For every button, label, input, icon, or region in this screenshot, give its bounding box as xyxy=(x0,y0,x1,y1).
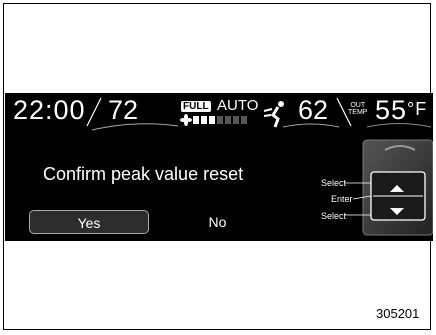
climate-mode-label: AUTO xyxy=(217,97,259,114)
figure-frame: 22:00 72 FULL AUTO 62 OUT TEMP 55°F Conf… xyxy=(3,3,433,330)
figure-id: 305201 xyxy=(376,306,420,321)
fan-speed-bar xyxy=(217,116,223,124)
up-arrow-icon[interactable] xyxy=(389,184,405,194)
confirm-prompt: Confirm peak value reset xyxy=(43,164,244,184)
fan-speed-bar xyxy=(241,116,247,124)
select-up-label: Select xyxy=(321,178,347,188)
display-screen: 22:00 72 FULL AUTO 62 OUT TEMP 55°F Conf… xyxy=(5,93,433,241)
fan-icon xyxy=(180,114,192,126)
outside-temp-label: OUT TEMP xyxy=(348,102,367,116)
fan-mode-badge: FULL xyxy=(181,101,211,112)
outside-temperature-unit: °F xyxy=(407,99,428,119)
fan-speed-bar xyxy=(233,116,239,124)
fan-speed-bar xyxy=(201,116,207,124)
outside-label-line1: OUT xyxy=(350,102,366,109)
outside-temp-underline xyxy=(366,123,432,128)
fan-speed-bar xyxy=(193,116,199,124)
down-arrow-icon[interactable] xyxy=(389,206,405,216)
yes-button[interactable]: Yes xyxy=(29,210,149,234)
clock-time: 22:00 xyxy=(13,95,86,125)
fan-speed-bar xyxy=(225,116,231,124)
temp-left-underline xyxy=(91,123,179,131)
outside-label-line2: TEMP xyxy=(348,109,368,116)
temp-right-underline xyxy=(282,123,340,128)
no-button[interactable]: No xyxy=(170,210,265,234)
select-down-label: Select xyxy=(321,211,347,221)
fan-speed-bar xyxy=(209,116,215,124)
status-bar: 22:00 72 FULL AUTO 62 OUT TEMP 55°F xyxy=(5,93,433,135)
